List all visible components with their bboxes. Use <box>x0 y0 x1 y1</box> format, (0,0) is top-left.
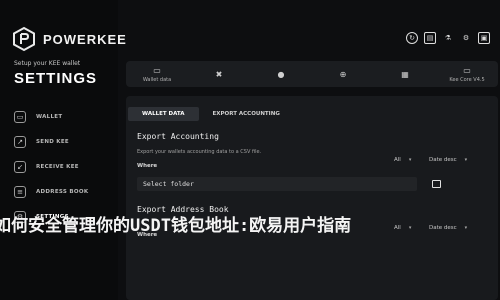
computer-icon: ▭ <box>463 65 471 75</box>
wallet-icon: ▭ <box>14 110 26 123</box>
user-icon: ● <box>277 69 285 79</box>
chevron-down-icon: ▾ <box>408 157 412 163</box>
sidebar-item-label: WALLET <box>36 113 63 120</box>
export-accounting-desc: Export your wallets accounting data to a… <box>137 149 262 155</box>
folder-icon[interactable] <box>432 180 441 188</box>
brand: POWERKEE <box>11 26 127 52</box>
tab-wallet-data[interactable]: ▭ Wallet data <box>126 61 188 87</box>
select-folder-input[interactable]: Select folder <box>137 177 417 191</box>
print-icon[interactable]: ▤ <box>424 32 436 44</box>
powerkee-logo-icon <box>13 26 35 52</box>
tab-network[interactable]: ⊕ <box>312 61 374 87</box>
export-address-book-title: Export Address Book <box>137 205 229 214</box>
send-icon: ↗ <box>14 135 26 148</box>
sidebar-item-wallet[interactable]: ▭ WALLET <box>14 104 88 129</box>
overlay-caption: 如何安全管理你的USDT钱包地址:欧易用户指南 <box>0 216 352 236</box>
subtab-export-accounting[interactable]: EXPORT ACCOUNTING <box>199 107 294 121</box>
export-accounting-title: Export Accounting <box>137 132 219 141</box>
tab-chip[interactable]: ▦ <box>374 61 436 87</box>
subtab-wallet-data[interactable]: WALLET DATA <box>128 107 199 121</box>
settings-panel <box>126 96 498 300</box>
sidebar-item-label: RECEIVE KEE <box>36 163 79 170</box>
select-value: Date desc <box>429 157 457 163</box>
settings-tabs: ▭ Wallet data ✖ ● ⊕ ▦ ▭ Kee Core V4.5 <box>126 61 498 87</box>
network-icon: ⊕ <box>339 69 347 79</box>
tab-tools[interactable]: ✖ <box>188 61 250 87</box>
tab-label: Wallet data <box>142 76 172 83</box>
sidebar-nav: ▭ WALLET ↗ SEND KEE ↙ RECEIVE KEE ≡ ADDR… <box>14 104 88 229</box>
section-title: SETTINGS <box>14 70 98 87</box>
refresh-icon[interactable]: ↻ <box>406 32 418 44</box>
tab-label: Kee Core V4.5 <box>449 76 485 83</box>
chevron-down-icon: ▾ <box>464 157 468 163</box>
sidebar-item-label: SEND KEE <box>36 138 69 145</box>
chip-icon: ▦ <box>401 69 409 79</box>
sidebar-item-send[interactable]: ↗ SEND KEE <box>14 129 88 154</box>
top-toolbar: ↻ ▤ ⚗ ⚙ ▣ <box>406 32 490 44</box>
tab-core[interactable]: ▭ Kee Core V4.5 <box>436 61 498 87</box>
subtabs: WALLET DATA EXPORT ACCOUNTING <box>128 107 294 121</box>
sidebar-item-address-book[interactable]: ≡ ADDRESS BOOK <box>14 179 88 204</box>
sidebar: POWERKEE Setup your KEE wallet SETTINGS … <box>0 0 126 300</box>
wallet-icon: ▭ <box>153 65 161 75</box>
sidebar-item-label: ADDRESS BOOK <box>36 188 89 195</box>
brand-name: POWERKEE <box>43 31 127 47</box>
tools-icon: ✖ <box>215 69 223 79</box>
address-book-icon: ≡ <box>14 185 26 198</box>
flask-icon[interactable]: ⚗ <box>442 32 454 44</box>
select-value: All <box>394 157 401 163</box>
tab-user[interactable]: ● <box>250 61 312 87</box>
gear-icon[interactable]: ⚙ <box>460 32 472 44</box>
where-label: Where <box>137 163 158 169</box>
filter-all-select[interactable]: All ▾ <box>394 157 411 163</box>
sidebar-item-receive[interactable]: ↙ RECEIVE KEE <box>14 154 88 179</box>
setup-text: Setup your KEE wallet <box>14 60 81 67</box>
lock-icon[interactable]: ▣ <box>478 32 490 44</box>
receive-icon: ↙ <box>14 160 26 173</box>
sort-select[interactable]: Date desc ▾ <box>429 157 467 163</box>
